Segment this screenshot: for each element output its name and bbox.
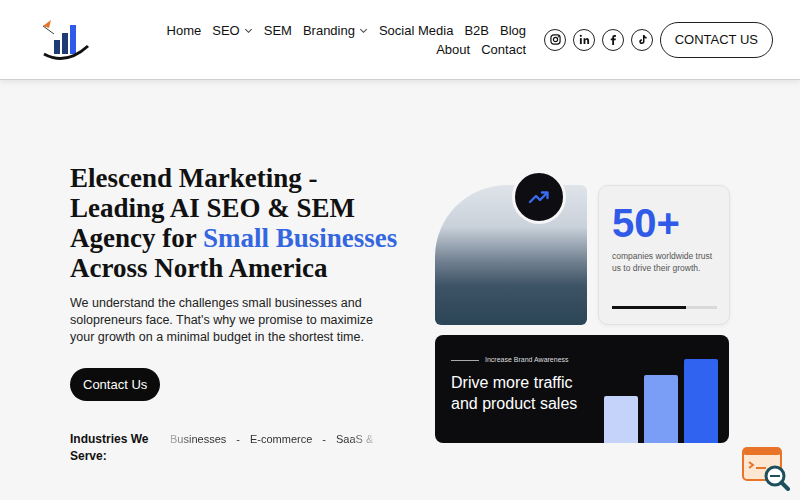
tiktok-icon[interactable] [631,29,653,51]
nav-item[interactable]: Home [167,21,202,40]
nav-item[interactable]: SEO [212,21,252,40]
contact-button[interactable]: CONTACT US [660,22,773,58]
nav-item[interactable]: Social Media [379,21,453,40]
nav-label[interactable]: Branding [303,21,355,40]
linkedin-icon[interactable] [573,29,595,51]
promo-eyebrow: Increase Brand Awareness [451,355,601,365]
stat-card: 50+ companies worldwide trust us to drive… [598,185,730,325]
nav-item[interactable]: Contact [481,40,526,59]
hero-section: Elescend Marketing - Leading AI SEO & SE… [0,80,800,465]
logo-icon[interactable] [40,16,92,64]
nav-label[interactable]: Social Media [379,21,453,40]
nav-item[interactable]: B2B [464,21,489,40]
promo-card: Increase Brand Awareness Drive more traff… [435,335,729,443]
visual-top-row: 50+ companies worldwide trust us to drive… [435,185,729,325]
hero-visuals: 50+ companies worldwide trust us to drive… [435,185,729,465]
nav-item[interactable]: Blog [500,21,526,40]
nav-label[interactable]: About [436,40,470,59]
stat-value: 50+ [612,202,717,244]
industries-ticker: Businesses-E-commerce-SaaS & [170,431,375,448]
title-text: Across North America [70,253,327,283]
nav-item[interactable]: SEM [264,21,292,40]
nav-label[interactable]: Contact [481,40,526,59]
progress-track [612,306,717,309]
nav-item[interactable]: About [436,40,470,59]
separator: - [226,433,250,445]
instagram-icon[interactable] [544,29,566,51]
nav-label[interactable]: Home [167,21,202,40]
nav-item[interactable]: Branding [303,21,368,40]
hero-text: We understand the challenges small busin… [70,295,400,346]
bar-chart [604,359,729,443]
industries: Industries We Serve: Businesses-E-commer… [70,431,400,465]
stat-caption: companies worldwide trust us to drive th… [612,250,717,274]
separator: - [312,433,336,445]
title-highlight: Small Businesses [203,223,397,253]
nav-label[interactable]: SEO [212,21,239,40]
promo-copy: Increase Brand Awareness Drive more traff… [451,355,601,443]
eyebrow-text: Increase Brand Awareness [485,355,569,365]
chevron-down-icon [359,26,368,35]
promo-title: Drive more traffic and product sales [451,372,601,414]
social-links [544,29,653,51]
industry-item: E-commerce [250,433,312,445]
industries-label: Industries We Serve: [70,431,170,465]
hero-title: Elescend Marketing - Leading AI SEO & SE… [70,163,400,283]
industry-item: Businesses [170,433,226,445]
industry-item: SaaS & [336,433,373,445]
chart-bar [644,375,678,443]
contact-button[interactable]: Contact Us [70,368,160,401]
trend-up-icon [512,170,566,224]
divider-line [451,360,479,361]
facebook-icon[interactable] [602,29,624,51]
chart-bar [684,359,718,443]
hero-copy: Elescend Marketing - Leading AI SEO & SE… [70,163,400,465]
chevron-down-icon [244,26,253,35]
progress-fill [612,306,686,309]
nav-label[interactable]: Blog [500,21,526,40]
site-header: Home SEO SEM Branding Social Media B2B Blog Abo… [0,0,800,80]
chart-bar [604,396,638,443]
main-nav: Home SEO SEM Branding Social Media B2B Blog Abo… [126,21,526,59]
chat-widget-icon[interactable] [742,447,790,491]
nav-label[interactable]: B2B [464,21,489,40]
nav-label[interactable]: SEM [264,21,292,40]
